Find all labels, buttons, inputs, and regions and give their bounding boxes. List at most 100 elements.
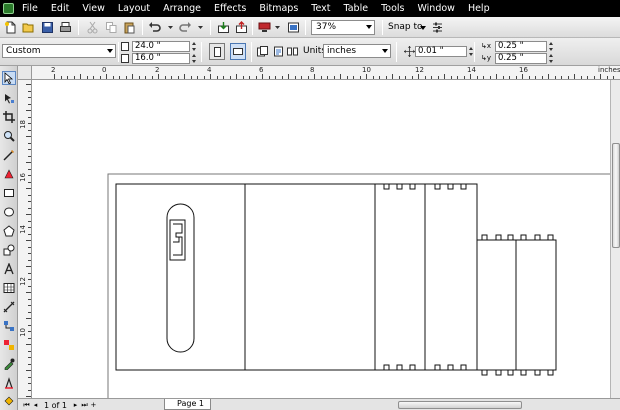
options-icon[interactable] (430, 20, 445, 35)
duplicate-y-spinner[interactable] (548, 53, 554, 64)
outline-tool-icon[interactable] (2, 376, 16, 390)
fill-tool-icon[interactable] (2, 394, 16, 408)
menu-file[interactable]: File (18, 0, 44, 17)
ruler-tick (73, 76, 75, 79)
vertical-scroll-thumb[interactable] (612, 143, 620, 248)
height-spinner[interactable] (191, 53, 197, 64)
redo-icon[interactable] (178, 20, 193, 35)
import-icon[interactable] (216, 20, 231, 35)
new-document-icon[interactable] (3, 20, 18, 35)
ruler-tick (203, 76, 205, 79)
redo-dropdown-icon[interactable] (193, 20, 208, 35)
prev-page-icon[interactable]: ◂ (31, 401, 40, 410)
ruler-tick (489, 76, 491, 79)
smart-fill-icon[interactable] (2, 167, 16, 181)
menu-view[interactable]: View (76, 0, 112, 17)
ruler-tick (262, 74, 263, 79)
connector-tool-icon[interactable] (2, 319, 16, 333)
ruler-tick (28, 129, 31, 131)
drawing-canvas[interactable] (32, 80, 610, 398)
ruler-tick (54, 74, 55, 79)
print-icon[interactable] (58, 20, 73, 35)
portrait-orientation-button[interactable] (209, 43, 225, 60)
ruler-label: inches (598, 66, 620, 74)
paste-icon[interactable] (122, 20, 137, 35)
menu-window[interactable]: Window (411, 0, 461, 17)
text-tool-icon[interactable] (2, 262, 16, 276)
toolbar-separator (251, 42, 252, 62)
menu-tools[interactable]: Tools (375, 0, 411, 17)
undo-dropdown-icon[interactable] (163, 20, 178, 35)
page-width-field[interactable]: 24.0 " (132, 41, 190, 52)
welcome-screen-icon[interactable] (286, 20, 301, 35)
page-preset-select[interactable]: Custom (2, 44, 116, 58)
add-page-icon[interactable]: + (89, 401, 98, 410)
ruler-tick (26, 136, 31, 137)
toolbar-separator (118, 42, 119, 62)
ellipse-tool-icon[interactable] (2, 205, 16, 219)
ruler-tick (26, 188, 31, 189)
duplicate-x-field[interactable]: 0.25 " (495, 41, 547, 52)
menu-table[interactable]: Table (337, 0, 375, 17)
duplicate-x-spinner[interactable] (548, 41, 554, 52)
menu-bitmaps[interactable]: Bitmaps (253, 0, 305, 17)
duplicate-y-field[interactable]: 0.25 " (495, 53, 547, 64)
freehand-tool-icon[interactable] (2, 148, 16, 162)
snap-to-button[interactable]: Snap to (388, 20, 423, 35)
export-icon[interactable] (234, 20, 249, 35)
save-icon[interactable] (40, 20, 55, 35)
nudge-distance-field[interactable]: 0.01 " (415, 46, 467, 57)
dimension-tool-icon[interactable] (2, 300, 16, 314)
ruler-label: 16 (19, 173, 27, 182)
pick-tool-icon[interactable] (2, 71, 16, 85)
menu-arrange[interactable]: Arrange (157, 0, 208, 17)
menu-effects[interactable]: Effects (208, 0, 253, 17)
ruler-tick (112, 76, 114, 79)
ruler-tick (26, 110, 31, 111)
ruler-tick (600, 74, 601, 79)
zoom-level-select[interactable]: 37% (311, 20, 375, 35)
menu-help[interactable]: Help (461, 0, 496, 17)
ruler-tick (528, 76, 530, 79)
ruler-tick (28, 201, 31, 202)
horizontal-scroll-thumb[interactable] (398, 401, 522, 409)
zoom-tool-icon[interactable] (2, 129, 16, 143)
rectangle-tool-icon[interactable] (2, 186, 16, 200)
ruler-tick (28, 123, 31, 124)
ruler-tick (496, 74, 497, 79)
copy-icon[interactable] (104, 20, 119, 35)
page-tab[interactable]: Page 1 (164, 399, 211, 410)
undo-icon[interactable] (147, 20, 162, 35)
snap-dropdown-icon[interactable] (420, 26, 426, 30)
next-page-icon[interactable]: ▸ (71, 401, 80, 410)
menu-layout[interactable]: Layout (111, 0, 156, 17)
open-folder-icon[interactable] (21, 20, 36, 35)
table-tool-icon[interactable] (2, 281, 16, 295)
cut-icon[interactable] (85, 20, 100, 35)
basic-shapes-icon[interactable] (2, 243, 16, 257)
all-pages-icon[interactable] (255, 44, 270, 59)
launcher-dropdown-icon[interactable] (270, 20, 285, 35)
units-select[interactable]: inches (323, 44, 391, 58)
menu-edit[interactable]: Edit (44, 0, 75, 17)
vertical-scrollbar[interactable] (610, 80, 620, 398)
vertical-ruler[interactable]: 18 16 14 12 10 (18, 80, 32, 398)
menu-text[interactable]: Text (305, 0, 337, 17)
polygon-tool-icon[interactable] (2, 224, 16, 238)
blend-tool-icon[interactable] (2, 338, 16, 352)
shape-tool-icon[interactable] (2, 91, 16, 105)
ruler-origin[interactable] (18, 66, 32, 80)
width-spinner[interactable] (191, 41, 197, 52)
current-page-icon[interactable] (271, 44, 286, 59)
crop-tool-icon[interactable] (2, 110, 16, 124)
ruler-tick (28, 142, 31, 144)
first-page-icon[interactable]: ⏮ (22, 401, 31, 410)
page-height-field[interactable]: 16.0 " (132, 53, 190, 64)
ruler-tick (476, 76, 478, 79)
landscape-orientation-button[interactable] (230, 43, 246, 60)
eyedropper-tool-icon[interactable] (2, 357, 16, 371)
app-icon[interactable] (3, 3, 14, 14)
horizontal-ruler[interactable]: 2 0 2 4 6 8 10 12 14 16 inches (32, 66, 620, 80)
page-layout-icon[interactable] (285, 44, 300, 59)
last-page-icon[interactable]: ⏭ (80, 401, 89, 410)
